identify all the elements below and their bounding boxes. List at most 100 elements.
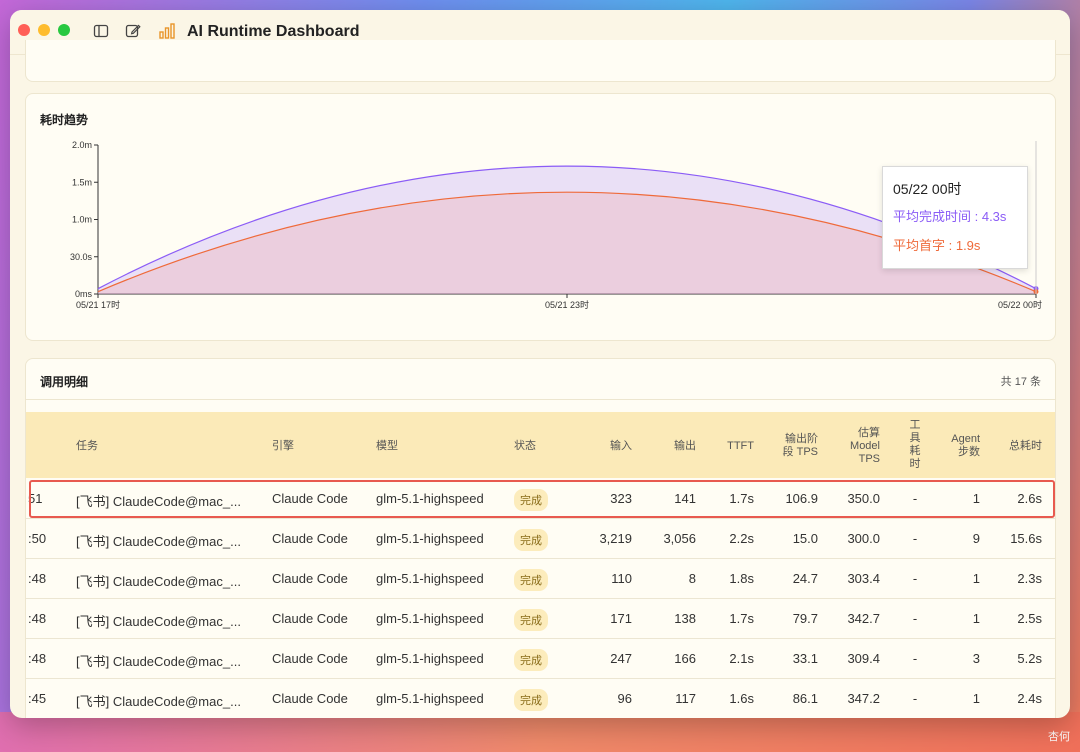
cell-task: [飞书] ClaudeCode@mac_... bbox=[76, 614, 241, 629]
cell-model-tps: 300.0 bbox=[847, 531, 880, 546]
cell-task: [飞书] ClaudeCode@mac_... bbox=[76, 574, 241, 589]
cell-agent: 9 bbox=[972, 531, 980, 546]
cell-ttft: 2.2s bbox=[729, 531, 754, 546]
cell-time: :50 bbox=[28, 531, 47, 546]
trend-card: 耗时趋势 2.0m 1.5m 1.0m 30.0s 0ms 05/21 17时 05/21 … bbox=[25, 93, 1056, 341]
cell-output: 8 bbox=[688, 571, 696, 586]
col-input[interactable]: 输入 bbox=[586, 440, 632, 453]
chart-tooltip: 05/22 00时 平均完成时间 : 4.3s 平均首字 : 1.9s bbox=[882, 166, 1028, 269]
x-tick-label: 05/22 00时 bbox=[998, 299, 1042, 310]
app-window: AI Runtime Dashboard 耗时趋势 2.0m 1.5m 1.0m 30… bbox=[10, 10, 1070, 718]
y-tick-label: 0ms bbox=[75, 289, 93, 299]
y-tick-label: 1.5m bbox=[72, 177, 92, 187]
cell-total: 2.5s bbox=[1017, 611, 1042, 626]
cell-tool: - bbox=[912, 651, 918, 666]
cell-total: 5.2s bbox=[1017, 651, 1042, 666]
cell-engine: Claude Code bbox=[272, 611, 348, 626]
cell-model-tps: 303.4 bbox=[847, 571, 880, 586]
cell-model: glm-5.1-highspeed bbox=[376, 531, 484, 546]
cell-model-tps: 342.7 bbox=[847, 611, 880, 626]
col-status[interactable]: 状态 bbox=[514, 440, 536, 453]
cell-task: [飞书] ClaudeCode@mac_... bbox=[76, 694, 241, 709]
cell-ttft: 1.6s bbox=[729, 691, 754, 706]
table-row[interactable]: :48 [飞书] ClaudeCode@mac_... Claude Code glm… bbox=[26, 598, 1055, 639]
cell-model: glm-5.1-highspeed bbox=[376, 651, 484, 666]
cell-model-tps: 309.4 bbox=[847, 651, 880, 666]
status-badge: 完成 bbox=[514, 609, 548, 631]
cell-tool: - bbox=[912, 691, 918, 706]
calls-title: 调用明细 bbox=[40, 375, 89, 389]
cell-input: 3,219 bbox=[599, 531, 632, 546]
col-ttft[interactable]: TTFT bbox=[708, 440, 754, 453]
sidebar-toggle-icon[interactable] bbox=[92, 22, 110, 40]
status-badge: 完成 bbox=[514, 649, 548, 671]
cell-input: 247 bbox=[610, 651, 632, 666]
cell-ttft: 2.1s bbox=[729, 651, 754, 666]
col-output[interactable]: 输出 bbox=[650, 440, 696, 453]
cell-ttft: 1.8s bbox=[729, 571, 754, 586]
x-tick-label: 05/21 17时 bbox=[76, 299, 120, 310]
bar-chart-icon bbox=[159, 23, 175, 39]
cell-out-tps: 15.0 bbox=[792, 531, 818, 546]
cell-tool: - bbox=[912, 571, 918, 586]
cell-total: 2.3s bbox=[1017, 571, 1042, 586]
cell-time: :48 bbox=[28, 571, 47, 586]
col-agent-steps[interactable]: Agent 步数 bbox=[936, 433, 980, 459]
cell-total: 15.6s bbox=[1010, 531, 1042, 546]
table-row[interactable]: :45 [飞书] ClaudeCode@mac_... Claude Code glm… bbox=[26, 678, 1055, 718]
y-tick-label: 1.0m bbox=[72, 215, 92, 225]
cell-agent: 1 bbox=[972, 691, 980, 706]
table-header: 任务 引擎 模型 状态 输入 输出 TTFT 输出阶 段 TPS 估算 Mode… bbox=[26, 412, 1055, 478]
status-badge: 完成 bbox=[514, 689, 548, 711]
cell-ttft: 1.7s bbox=[729, 611, 754, 626]
cell-engine: Claude Code bbox=[272, 691, 348, 706]
cell-out-tps: 33.1 bbox=[792, 651, 818, 666]
col-total[interactable]: 总耗时 bbox=[996, 440, 1042, 453]
compose-icon[interactable] bbox=[124, 22, 142, 40]
cell-output: 166 bbox=[674, 651, 696, 666]
cell-agent: 1 bbox=[972, 571, 980, 586]
row-highlight-box bbox=[29, 480, 1055, 518]
col-model[interactable]: 模型 bbox=[376, 440, 398, 453]
cell-agent: 3 bbox=[972, 651, 980, 666]
tooltip-avg-completion: 平均完成时间 : 4.3s bbox=[893, 209, 1007, 224]
cell-input: 110 bbox=[611, 571, 632, 586]
cell-engine: Claude Code bbox=[272, 571, 348, 586]
cell-engine: Claude Code bbox=[272, 651, 348, 666]
cell-task: [飞书] ClaudeCode@mac_... bbox=[76, 534, 241, 549]
tooltip-avg-first: 平均首字 : 1.9s bbox=[893, 238, 981, 253]
table-row[interactable]: :48 [飞书] ClaudeCode@mac_... Claude Code glm… bbox=[26, 638, 1055, 679]
cell-input: 96 bbox=[617, 691, 632, 706]
close-window-button[interactable] bbox=[18, 24, 30, 36]
divider bbox=[26, 399, 1055, 400]
col-engine[interactable]: 引擎 bbox=[272, 440, 294, 453]
col-task[interactable]: 任务 bbox=[76, 440, 98, 453]
cell-time: :45 bbox=[28, 691, 47, 706]
cell-agent: 1 bbox=[972, 611, 980, 626]
calls-count: 共 17 条 bbox=[1000, 376, 1041, 388]
cell-model-tps: 347.2 bbox=[847, 691, 880, 706]
cell-tool: - bbox=[912, 611, 918, 626]
col-model-tps[interactable]: 估算 Model TPS bbox=[834, 427, 880, 466]
table-row[interactable]: :48 [飞书] ClaudeCode@mac_... Claude Code glm… bbox=[26, 558, 1055, 599]
cell-time: :48 bbox=[28, 611, 47, 626]
cell-time: :48 bbox=[28, 651, 47, 666]
cell-model: glm-5.1-highspeed bbox=[376, 691, 484, 706]
zoom-window-button[interactable] bbox=[58, 24, 70, 36]
cell-engine: Claude Code bbox=[272, 531, 348, 546]
cell-output: 138 bbox=[674, 611, 696, 626]
status-badge: 完成 bbox=[514, 569, 548, 591]
cell-out-tps: 86.1 bbox=[792, 691, 818, 706]
minimize-window-button[interactable] bbox=[38, 24, 50, 36]
desktop-wallpaper bbox=[0, 712, 1080, 752]
cell-input: 171 bbox=[610, 611, 632, 626]
y-tick-label: 30.0s bbox=[70, 252, 93, 262]
calls-card: 调用明细 共 17 条 任务 引擎 模型 状态 输入 输出 TTFT 输出阶 段… bbox=[25, 358, 1056, 718]
cell-total: 2.4s bbox=[1017, 691, 1042, 706]
col-out-tps[interactable]: 输出阶 段 TPS bbox=[768, 433, 818, 459]
y-tick-label: 2.0m bbox=[72, 140, 92, 150]
summary-card bbox=[25, 40, 1056, 82]
table-row[interactable]: :50 [飞书] ClaudeCode@mac_... Claude Code glm… bbox=[26, 518, 1055, 559]
x-tick-label: 05/21 23时 bbox=[545, 299, 589, 310]
col-tool-time[interactable]: 工 具 耗 时 bbox=[908, 419, 922, 471]
